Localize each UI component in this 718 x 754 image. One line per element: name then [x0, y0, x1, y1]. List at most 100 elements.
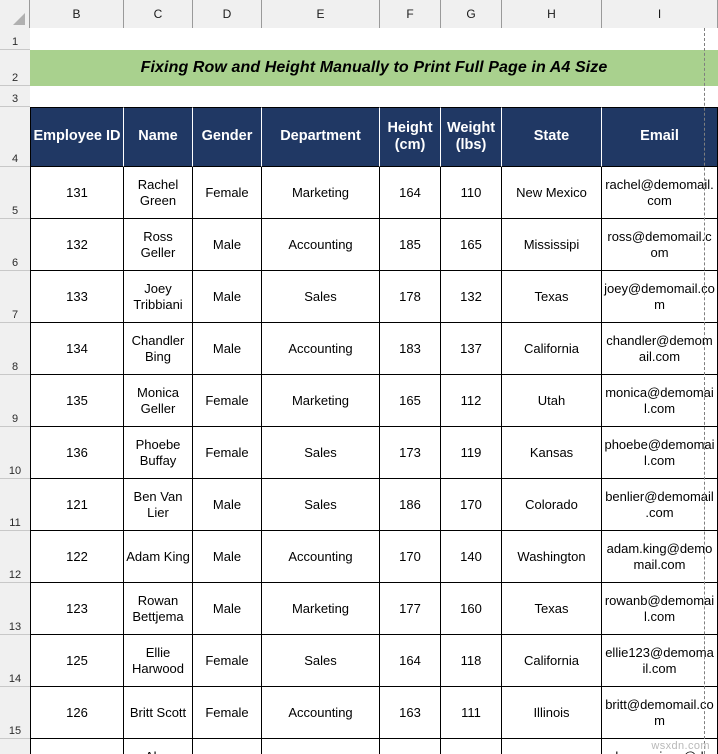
cell-d8[interactable]: Male — [193, 323, 262, 375]
cell-i10[interactable]: phoebe@demomail.com — [602, 427, 718, 479]
cell-b5[interactable]: 131 — [30, 167, 124, 219]
column-header-g[interactable]: G — [441, 0, 502, 28]
cell-d15[interactable]: Female — [193, 687, 262, 739]
row-header-9[interactable]: 9 — [0, 375, 30, 427]
cell-h12[interactable]: Washington — [502, 531, 602, 583]
cell-d13[interactable]: Male — [193, 583, 262, 635]
cell-f8[interactable]: 183 — [380, 323, 441, 375]
cell-g13[interactable]: 160 — [441, 583, 502, 635]
column-title-i[interactable]: Email — [602, 107, 718, 167]
cell-h16[interactable]: Ohio — [502, 739, 602, 754]
cell-h6[interactable]: Mississipi — [502, 219, 602, 271]
column-header-f[interactable]: F — [380, 0, 441, 28]
cell-c12[interactable]: Adam King — [124, 531, 193, 583]
cell-d12[interactable]: Male — [193, 531, 262, 583]
cell-b12[interactable]: 122 — [30, 531, 124, 583]
row-header-8[interactable]: 8 — [0, 323, 30, 375]
cell-f10[interactable]: 173 — [380, 427, 441, 479]
cell-g15[interactable]: 111 — [441, 687, 502, 739]
cell-i5[interactable]: rachel@demomail.com — [602, 167, 718, 219]
cell-c9[interactable]: Monica Geller — [124, 375, 193, 427]
cell-f6[interactable]: 185 — [380, 219, 441, 271]
cell-f5[interactable]: 164 — [380, 167, 441, 219]
cell-i13[interactable]: rowanb@demomail.com — [602, 583, 718, 635]
empty-cell[interactable] — [30, 86, 718, 107]
column-title-b[interactable]: Employee ID — [30, 107, 124, 167]
cell-g9[interactable]: 112 — [441, 375, 502, 427]
cell-e11[interactable]: Sales — [262, 479, 380, 531]
row-header-12[interactable]: 12 — [0, 531, 30, 583]
row-header-14[interactable]: 14 — [0, 635, 30, 687]
cell-c16[interactable]: Alan Morrison — [124, 739, 193, 754]
cell-g16[interactable]: 135 — [441, 739, 502, 754]
row-header-10[interactable]: 10 — [0, 427, 30, 479]
cell-c15[interactable]: Britt Scott — [124, 687, 193, 739]
cell-e9[interactable]: Marketing — [262, 375, 380, 427]
cell-h7[interactable]: Texas — [502, 271, 602, 323]
cell-b9[interactable]: 135 — [30, 375, 124, 427]
cell-b6[interactable]: 132 — [30, 219, 124, 271]
column-header-c[interactable]: C — [124, 0, 193, 28]
cell-c8[interactable]: Chandler Bing — [124, 323, 193, 375]
cell-g12[interactable]: 140 — [441, 531, 502, 583]
cell-b15[interactable]: 126 — [30, 687, 124, 739]
cell-d10[interactable]: Female — [193, 427, 262, 479]
column-title-c[interactable]: Name — [124, 107, 193, 167]
cell-i11[interactable]: benlier@demomail.com — [602, 479, 718, 531]
cell-d5[interactable]: Female — [193, 167, 262, 219]
cell-b8[interactable]: 134 — [30, 323, 124, 375]
cell-i6[interactable]: ross@demomail.com — [602, 219, 718, 271]
cell-h9[interactable]: Utah — [502, 375, 602, 427]
cell-b13[interactable]: 123 — [30, 583, 124, 635]
cell-d9[interactable]: Female — [193, 375, 262, 427]
column-title-g[interactable]: Weight (lbs) — [441, 107, 502, 167]
cell-e13[interactable]: Marketing — [262, 583, 380, 635]
cell-d11[interactable]: Male — [193, 479, 262, 531]
row-header-5[interactable]: 5 — [0, 167, 30, 219]
cell-i14[interactable]: ellie123@demomail.com — [602, 635, 718, 687]
cell-g8[interactable]: 137 — [441, 323, 502, 375]
row-header-13[interactable]: 13 — [0, 583, 30, 635]
row-header-2[interactable]: 2 — [0, 50, 30, 86]
cell-e6[interactable]: Accounting — [262, 219, 380, 271]
cell-e16[interactable]: Sales — [262, 739, 380, 754]
cell-d16[interactable]: Male — [193, 739, 262, 754]
cell-e14[interactable]: Sales — [262, 635, 380, 687]
row-header-15[interactable]: 15 — [0, 687, 30, 739]
cell-h8[interactable]: California — [502, 323, 602, 375]
cell-f12[interactable]: 170 — [380, 531, 441, 583]
cell-d14[interactable]: Female — [193, 635, 262, 687]
column-header-h[interactable]: H — [502, 0, 602, 28]
column-title-d[interactable]: Gender — [193, 107, 262, 167]
cell-e8[interactable]: Accounting — [262, 323, 380, 375]
cell-g14[interactable]: 118 — [441, 635, 502, 687]
cell-h11[interactable]: Colorado — [502, 479, 602, 531]
cell-c6[interactable]: Ross Geller — [124, 219, 193, 271]
cell-d7[interactable]: Male — [193, 271, 262, 323]
row-header-11[interactable]: 11 — [0, 479, 30, 531]
cell-g5[interactable]: 110 — [441, 167, 502, 219]
cell-h5[interactable]: New Mexico — [502, 167, 602, 219]
column-header-i[interactable]: I — [602, 0, 718, 28]
cell-c7[interactable]: Joey Tribbiani — [124, 271, 193, 323]
column-header-b[interactable]: B — [30, 0, 124, 28]
cell-f13[interactable]: 177 — [380, 583, 441, 635]
sheet-title[interactable]: Fixing Row and Height Manually to Print … — [30, 50, 718, 86]
cell-c14[interactable]: Ellie Harwood — [124, 635, 193, 687]
cell-h13[interactable]: Texas — [502, 583, 602, 635]
cell-c13[interactable]: Rowan Bettjema — [124, 583, 193, 635]
cell-e12[interactable]: Accounting — [262, 531, 380, 583]
cell-c10[interactable]: Phoebe Buffay — [124, 427, 193, 479]
cell-g7[interactable]: 132 — [441, 271, 502, 323]
cell-h10[interactable]: Kansas — [502, 427, 602, 479]
empty-cell[interactable] — [30, 28, 718, 50]
row-header-16[interactable]: 16 — [0, 739, 30, 754]
cell-i12[interactable]: adam.king@demomail.com — [602, 531, 718, 583]
cell-c5[interactable]: Rachel Green — [124, 167, 193, 219]
cell-b14[interactable]: 125 — [30, 635, 124, 687]
column-title-f[interactable]: Height (cm) — [380, 107, 441, 167]
row-header-7[interactable]: 7 — [0, 271, 30, 323]
cell-b11[interactable]: 121 — [30, 479, 124, 531]
cell-f14[interactable]: 164 — [380, 635, 441, 687]
row-header-4[interactable]: 4 — [0, 107, 30, 167]
